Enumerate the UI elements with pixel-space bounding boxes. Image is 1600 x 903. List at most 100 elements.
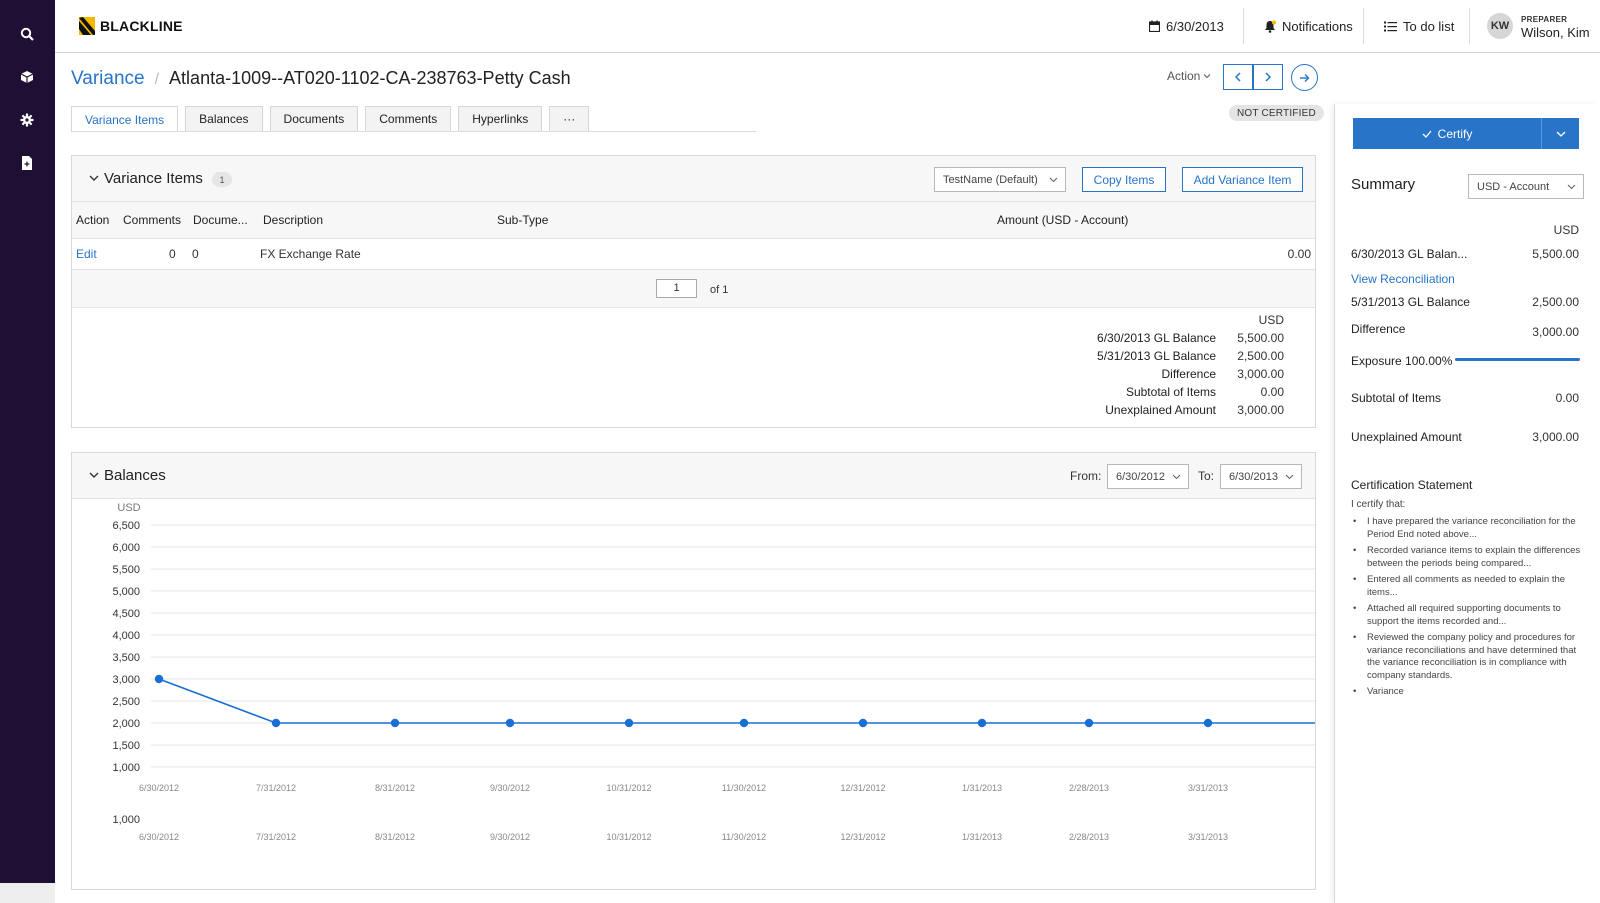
user-menu[interactable]: KW PREPARER Wilson, Kim: [1487, 0, 1590, 52]
period-date[interactable]: 6/30/2013: [1149, 0, 1224, 52]
go-forward-button[interactable]: [1291, 64, 1318, 91]
sidebar-row: 6/30/2013 GL Balan... 5,500.00: [1351, 247, 1579, 261]
page-number-input[interactable]: [656, 278, 697, 298]
certification-item: Variance: [1351, 686, 1583, 699]
column-comments[interactable]: Comments: [119, 202, 189, 239]
collapse-chevron-icon[interactable]: [88, 469, 100, 481]
y-tick-label: 5,000: [112, 586, 140, 598]
pagination: of 1: [72, 269, 1315, 308]
sidebar-row-label: Unexplained Amount: [1351, 430, 1462, 444]
y-tick-label: 4,500: [112, 608, 140, 620]
from-date-select[interactable]: 6/30/2012: [1107, 464, 1189, 489]
arrow-right-icon: [1300, 73, 1310, 82]
sidebar-row-label: 5/31/2013 GL Balance: [1351, 295, 1470, 309]
data-point: [1084, 718, 1094, 728]
summary-sidebar: Certify Summary USD - Account USD 6/30/2…: [1334, 104, 1600, 903]
x-tick-label: 8/31/2012: [375, 783, 415, 793]
y-tick-label: 1,500: [112, 740, 140, 752]
summary-label: 5/31/2013 GL Balance: [1097, 349, 1216, 363]
x-tick-label: 12/31/2012: [840, 783, 885, 793]
collapse-chevron-icon[interactable]: [88, 172, 100, 184]
chevron-down-icon: [1556, 131, 1565, 137]
check-icon: [1422, 130, 1432, 138]
y-tick-label: 5,500: [112, 564, 140, 576]
blackline-logo[interactable]: BLACKLINE: [79, 17, 183, 35]
tab-more[interactable]: ···: [549, 106, 590, 131]
breadcrumb-separator: /: [154, 71, 160, 88]
summary-label: 6/30/2013 GL Balance: [1097, 331, 1216, 345]
from-date-value: 6/30/2012: [1116, 470, 1165, 483]
breadcrumb-variance-link[interactable]: Variance: [71, 68, 145, 90]
y-tick-label: 3,500: [112, 652, 140, 664]
action-dropdown[interactable]: Action: [1167, 69, 1211, 83]
certify-main[interactable]: Certify: [1353, 118, 1541, 149]
tab-balances[interactable]: Balances: [185, 106, 263, 131]
currency-select-value: USD - Account: [1477, 180, 1550, 193]
certify-button[interactable]: Certify: [1353, 118, 1579, 149]
view-select[interactable]: TestName (Default): [934, 167, 1066, 192]
column-description[interactable]: Description: [259, 202, 493, 239]
table-row: Edit 0 0 FX Exchange Rate 0.00: [72, 238, 1315, 270]
x-tick-label: 3/31/2013: [1188, 783, 1228, 793]
certify-options-button[interactable]: [1541, 118, 1579, 149]
exposure-bar: [1455, 358, 1580, 361]
data-point: [858, 718, 868, 728]
x-tick-label: 6/30/2012: [139, 783, 179, 793]
previous-button[interactable]: [1223, 64, 1253, 90]
overview-x-tick-label: 1/31/2013: [962, 832, 1002, 842]
edit-link[interactable]: Edit: [76, 247, 97, 261]
data-point: [977, 718, 987, 728]
currency-select[interactable]: USD - Account: [1468, 174, 1584, 199]
x-tick-label: 10/31/2012: [606, 783, 651, 793]
x-tick-label: 1/31/2013: [962, 783, 1002, 793]
gear-icon[interactable]: [17, 110, 37, 130]
left-rail: [0, 0, 55, 903]
sidebar-row-label: Difference: [1351, 322, 1406, 336]
summary-currency: USD: [1258, 313, 1284, 327]
column-amount[interactable]: Amount (USD - Account): [993, 202, 1315, 239]
y-tick-label: 2,000: [112, 718, 140, 730]
summary-value: 3,000.00: [1237, 367, 1284, 381]
search-icon[interactable]: [17, 24, 37, 44]
logo-text: BLACKLINE: [100, 18, 183, 34]
chevron-down-icon: [1049, 177, 1058, 183]
data-point: [739, 718, 749, 728]
to-label: To:: [1198, 469, 1215, 483]
column-subtype[interactable]: Sub-Type: [493, 202, 993, 239]
sidebar-currency-row: USD: [1351, 223, 1579, 237]
row-amount: 0.00: [993, 238, 1315, 270]
chevron-left-icon: [1234, 72, 1241, 82]
chevron-down-icon: [1172, 474, 1181, 480]
certification-list: I have prepared the variance reconciliat…: [1351, 516, 1583, 703]
tab-comments[interactable]: Comments: [365, 106, 452, 131]
cube-icon[interactable]: [17, 67, 37, 87]
chevron-down-icon: [1285, 474, 1294, 480]
column-documents[interactable]: Docume...: [189, 202, 259, 239]
add-variance-item-button[interactable]: Add Variance Item: [1182, 167, 1303, 192]
column-action[interactable]: Action: [72, 202, 119, 239]
from-label: From:: [1070, 469, 1102, 483]
next-button[interactable]: [1253, 64, 1283, 90]
sidebar-row: 5/31/2013 GL Balance 2,500.00: [1351, 295, 1579, 309]
y-axis-label: USD: [117, 502, 140, 514]
data-point: [624, 718, 634, 728]
copy-items-button[interactable]: Copy Items: [1082, 167, 1166, 192]
overview-x-tick-label: 2/28/2013: [1069, 832, 1109, 842]
overview-x-tick-label: 7/31/2012: [256, 832, 296, 842]
document-icon[interactable]: [17, 153, 37, 173]
data-point: [154, 674, 164, 684]
sidebar-row: Difference 3,000.00: [1351, 322, 1579, 339]
certification-item: Reviewed the company policy and procedur…: [1351, 632, 1583, 682]
variance-items-panel: Variance Items 1 TestName (Default) Copy…: [71, 155, 1316, 428]
todo-list-button[interactable]: To do list: [1384, 0, 1454, 52]
tab-hyperlinks[interactable]: Hyperlinks: [458, 106, 543, 131]
notifications-button[interactable]: Notifications: [1264, 0, 1353, 52]
data-point: [390, 718, 400, 728]
tab-documents[interactable]: Documents: [269, 106, 359, 131]
sidebar-row-value: 3,000.00: [1532, 325, 1579, 339]
view-reconciliation-link[interactable]: View Reconciliation: [1351, 272, 1455, 286]
to-date-select[interactable]: 6/30/2013: [1220, 464, 1302, 489]
tab-variance-items[interactable]: Variance Items: [71, 106, 179, 132]
rail-footer: [0, 883, 55, 903]
app-root: BLACKLINE 6/30/2013 Notifications To do …: [0, 0, 1600, 903]
